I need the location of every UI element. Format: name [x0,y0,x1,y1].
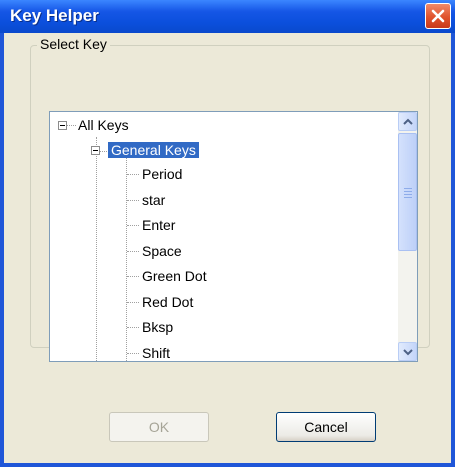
tree-connector [127,302,139,303]
tree-connector [127,353,139,354]
tree-connector [127,225,139,226]
close-icon [431,9,445,23]
cancel-button[interactable]: Cancel [276,412,376,442]
tree-node-general-keys[interactable]: General Keys [108,140,199,160]
ok-button[interactable]: OK [109,412,209,442]
tree-connector [127,200,139,201]
tree-connector [126,157,127,361]
tree-connector [67,125,76,126]
vertical-scrollbar[interactable] [398,112,417,361]
collapse-toggle[interactable] [58,121,67,130]
tree-node-label: star [142,192,166,208]
tree-connector [127,251,139,252]
tree-node-enter[interactable]: Enter [142,215,175,235]
thumb-grip [404,197,412,198]
tree-node-label: Green Dot [142,268,207,284]
tree-node-label: Space [142,243,182,259]
tree-node-star[interactable]: star [142,190,165,210]
tree-connector [96,137,97,361]
tree-node-label: Shift [142,345,171,361]
tree-node-label: Bksp [142,319,174,335]
tree-node-red-dot[interactable]: Red Dot [142,292,193,312]
scroll-up-button[interactable] [398,112,417,131]
tree-node-space[interactable]: Space [142,241,182,261]
chevron-up-icon [403,118,413,125]
scroll-down-button[interactable] [398,342,417,361]
chevron-down-icon [403,349,413,356]
tree-node-label: Period [142,166,183,182]
tree-node-period[interactable]: Period [142,164,182,184]
tree-node-bksp[interactable]: Bksp [142,317,173,337]
collapse-toggle[interactable] [91,146,100,155]
tree-node-label: All Keys [78,117,129,133]
tree-node-label: Red Dot [142,294,194,310]
tree-connector [127,174,139,175]
tree-node-shift[interactable]: Shift [142,343,171,361]
tree-connector [127,327,139,328]
tree-connector [127,276,139,277]
tree-node-green-dot[interactable]: Green Dot [142,266,207,286]
key-tree[interactable]: All Keys General Keys Period star Enter … [49,111,418,362]
thumb-grip [404,188,412,189]
window-title: Key Helper [10,6,99,25]
tree-node-all-keys[interactable]: All Keys [78,115,129,135]
tree-node-label: Enter [142,217,176,233]
thumb-grip [404,194,412,195]
scroll-thumb[interactable] [398,133,417,251]
tree-content: All Keys General Keys Period star Enter … [50,112,398,361]
tree-node-label: General Keys [108,142,199,158]
group-label: Select Key [37,36,110,52]
title-bar[interactable]: Key Helper [0,0,455,33]
close-button[interactable] [425,3,451,29]
thumb-grip [404,191,412,192]
